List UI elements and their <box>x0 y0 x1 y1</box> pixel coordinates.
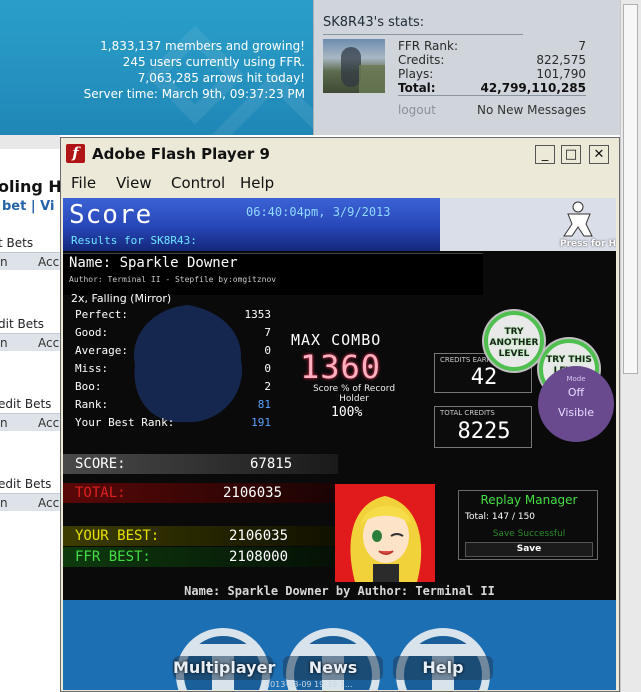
score-value: 67815 <box>250 456 293 472</box>
record-holder-label: Score % of Record Holder <box>312 384 396 404</box>
menu-bar: File View Control Help <box>61 170 619 196</box>
replay-title: Replay Manager <box>480 493 578 507</box>
total-value: 2106035 <box>223 485 283 501</box>
news-button[interactable]: News <box>283 656 383 680</box>
users-online: 245 users currently using FFR. <box>122 55 305 69</box>
site-banner: 1,833,137 members and growing! 245 users… <box>0 0 313 135</box>
score-datetime: 06:40:04pm, 3/9/2013 <box>246 205 391 219</box>
background-page-content: oling Ha bet | Vi t Bets nAcc dit Bets n… <box>0 135 60 692</box>
window-title: Adobe Flash Player 9 <box>92 145 270 163</box>
server-time: Server time: March 9th, 09:37:23 PM <box>83 87 305 101</box>
max-combo-label: MAX COMBO <box>291 331 382 349</box>
bottom-nav: Multiplayer News Help 2013-03-09 19:39:1… <box>63 600 616 690</box>
hiscore-figure-icon[interactable] <box>560 200 600 240</box>
messages-link[interactable]: No New Messages <box>477 103 586 117</box>
header-strip <box>0 135 60 149</box>
try-another-level-button[interactable]: TRY ANOTHER LEVEL <box>484 311 544 371</box>
score-title: Score <box>69 200 153 230</box>
total-credits-label: TOTAL CREDITS <box>440 409 495 417</box>
judge-boo: Boo: 2 <box>75 380 271 393</box>
mode-off-option[interactable]: Off <box>538 386 614 399</box>
total-band: TOTAL: 2106035 <box>63 483 338 503</box>
divider <box>323 34 523 35</box>
max-combo-value: 1360 <box>300 348 382 386</box>
judgement-list: Perfect: 1353 Good: 7 Average: 0 Miss: 0 Boo… <box>63 305 283 434</box>
multiplayer-button[interactable]: Multiplayer <box>173 656 275 680</box>
your-best-value: 2106035 <box>229 528 289 544</box>
total-credits-value: 8225 <box>457 419 511 444</box>
hiscore-panel[interactable]: Press for Hi-Scores <box>440 198 616 251</box>
timestamp-overlay: 2013-03-09 19:39:1... <box>265 680 353 689</box>
judge-best-rank: Your Best Rank: 191 <box>75 416 271 429</box>
flash-player-window: f Adobe Flash Player 9 _ □ ✕ File View C… <box>60 137 620 692</box>
song-author: Author: Terminal II - Stepfile by:omgitz… <box>69 275 277 284</box>
close-button[interactable]: ✕ <box>589 145 609 164</box>
replay-status: Save Successful <box>492 529 566 539</box>
members-count: 1,833,137 members and growing! <box>100 39 305 53</box>
judge-miss: Miss: 0 <box>75 362 271 375</box>
song-info: Name: Sparkle Downer Author: Terminal II… <box>63 253 483 295</box>
window-title-bar[interactable]: f Adobe Flash Player 9 _ □ ✕ <box>61 138 619 170</box>
site-stats: 1,833,137 members and growing! 245 users… <box>84 38 305 102</box>
menu-file[interactable]: File <box>71 174 96 192</box>
replay-manager: Replay Manager Total: 147 / 150 Save Suc… <box>458 490 598 560</box>
user-stats-panel: SK8R43's stats: FFR Rank: 7 Credits: 822,5… <box>313 0 620 135</box>
judge-perfect: Perfect: 1353 <box>75 308 271 321</box>
help-button[interactable]: Help <box>393 656 493 680</box>
flash-logo-icon: f <box>66 144 85 163</box>
page-heading: oling Ha <box>0 177 60 196</box>
arrows-today: 7,063,285 arrows hit today! <box>137 71 305 85</box>
maximize-button[interactable]: □ <box>561 145 581 164</box>
hiscore-label[interactable]: Press for Hi-Scores <box>560 239 616 249</box>
user-stats-title: SK8R43's stats: <box>323 15 425 30</box>
ffr-best-band: FFR BEST: 2108000 <box>63 547 338 567</box>
score-header: Score 06:40:04pm, 3/9/2013 Results for S… <box>63 198 440 251</box>
menu-control[interactable]: Control <box>171 174 225 192</box>
replay-total: Total: 147 / 150 <box>465 512 536 522</box>
page-links[interactable]: bet | Vi <box>2 199 54 214</box>
logout-link[interactable]: logout <box>398 103 436 117</box>
results-for: Results for SK8R43: <box>71 234 197 247</box>
song-footer: Name: Sparkle Downer by Author: Terminal… <box>184 584 495 598</box>
avatar[interactable] <box>323 39 385 93</box>
mode-visible-option[interactable]: Visible <box>538 406 614 419</box>
song-name: Name: Sparkle Downer <box>69 255 238 271</box>
replay-save-button[interactable]: Save <box>465 542 593 557</box>
visibility-mode-toggle[interactable]: Mode Off Visible <box>538 366 614 442</box>
game-results-screen: Score 06:40:04pm, 3/9/2013 Results for S… <box>63 198 616 690</box>
judge-average: Average: 0 <box>75 344 271 357</box>
record-holder-value: 100% <box>331 405 363 420</box>
your-best-band: YOUR BEST: 2106035 <box>63 526 338 546</box>
scrollbar-thumb[interactable] <box>623 4 638 374</box>
judge-good: Good: 7 <box>75 326 271 339</box>
ffr-best-value: 2108000 <box>229 549 289 565</box>
score-band: SCORE: 67815 <box>63 454 338 474</box>
page-scrollbar[interactable] <box>620 0 641 692</box>
total-credits-box: TOTAL CREDITS 8225 <box>434 406 532 448</box>
minimize-button[interactable]: _ <box>535 145 555 164</box>
divider <box>398 95 586 96</box>
song-portrait <box>335 484 435 582</box>
judge-rank: Rank: 81 <box>75 398 271 411</box>
anime-girl-icon <box>350 496 422 582</box>
menu-view[interactable]: View <box>116 174 152 192</box>
menu-help[interactable]: Help <box>240 174 274 192</box>
